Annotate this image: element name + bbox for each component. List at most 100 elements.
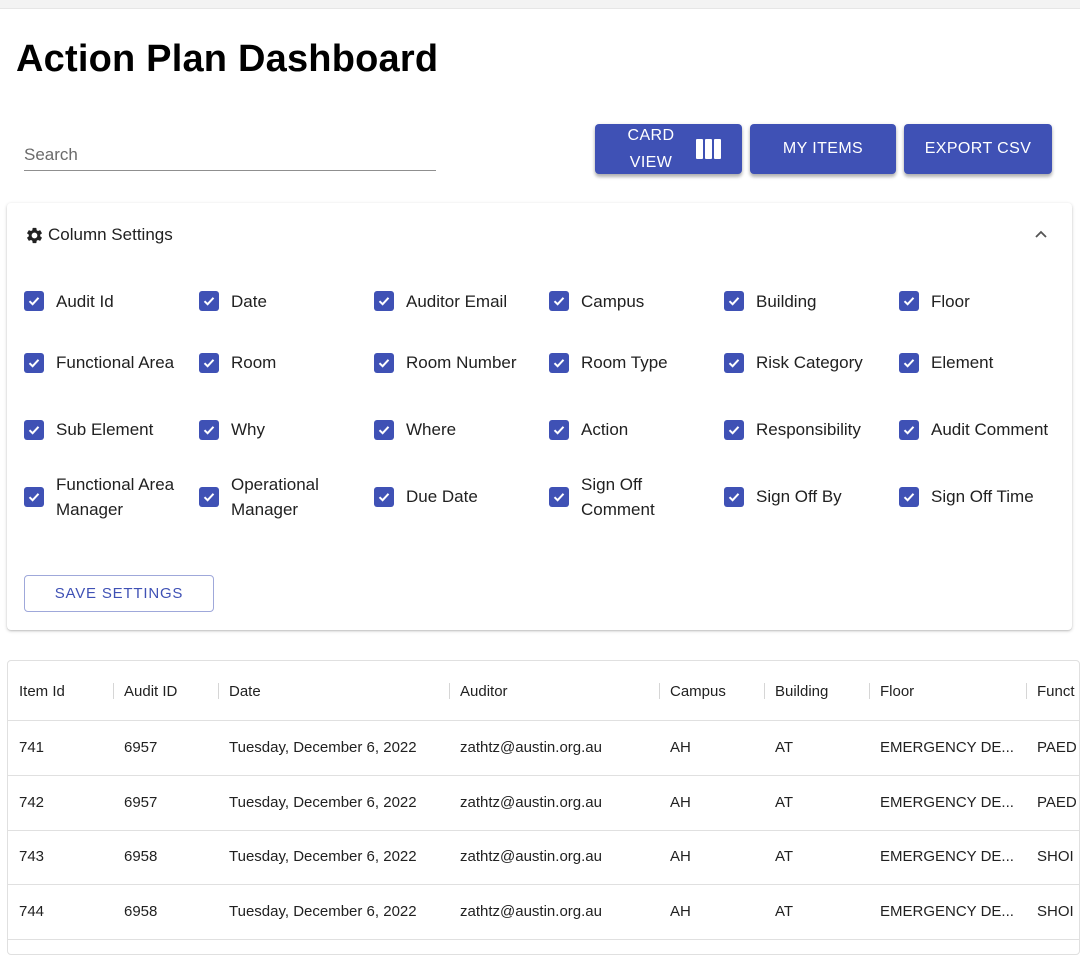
checkbox[interactable] (724, 291, 744, 311)
column-option-label: Due Date (406, 487, 478, 506)
column-option[interactable]: Audit Comment (899, 396, 1074, 463)
checkbox[interactable] (899, 352, 919, 373)
checkbox[interactable] (199, 486, 219, 507)
column-option[interactable]: Sub Element (24, 396, 199, 463)
my-items-button[interactable]: MY ITEMS (750, 124, 896, 174)
table-row[interactable]: 743 6958 Tuesday, December 6, 2022 zathtz@a… (8, 830, 1079, 885)
card-view-button[interactable]: CARD VIEW (595, 124, 742, 174)
column-resize-handle[interactable] (113, 683, 114, 699)
column-header[interactable]: Campus (670, 661, 765, 721)
column-option[interactable]: Date (199, 273, 374, 329)
column-option[interactable]: Functional Area Manager (24, 463, 199, 530)
checkbox[interactable] (374, 486, 394, 507)
column-option[interactable]: Element (899, 329, 1074, 396)
column-option[interactable]: Operational Manager (199, 463, 374, 530)
table-row[interactable]: 744 6958 Tuesday, December 6, 2022 zathtz@a… (8, 885, 1079, 940)
column-header[interactable]: Item Id (19, 661, 109, 721)
column-option[interactable]: Why (199, 396, 374, 463)
table-cell: AT (775, 902, 794, 920)
column-header[interactable]: Floor (880, 661, 1017, 721)
column-resize-handle[interactable] (218, 683, 219, 699)
column-option-label: Floor (931, 291, 970, 311)
checkbox[interactable] (374, 291, 394, 311)
checkbox[interactable] (724, 419, 744, 440)
column-option[interactable]: Room Type (549, 329, 724, 396)
table-cell: EMERGENCY DE... (880, 848, 1014, 865)
checkbox[interactable] (374, 419, 394, 440)
column-option[interactable]: Audit Id (24, 273, 199, 329)
search-field[interactable] (24, 140, 436, 171)
column-resize-handle[interactable] (449, 683, 450, 699)
column-option[interactable]: Building (724, 273, 899, 329)
column-option[interactable]: Sign Off Comment (549, 463, 724, 530)
checkbox[interactable] (24, 291, 44, 311)
column-option-label: Campus (581, 291, 645, 311)
column-option[interactable]: Campus (549, 273, 724, 329)
check-icon (28, 425, 40, 435)
column-header[interactable]: Audit ID (124, 661, 214, 721)
column-option[interactable]: Room Number (374, 329, 549, 396)
chevron-up-icon[interactable] (1034, 229, 1048, 239)
column-option[interactable]: Auditor Email (374, 273, 549, 329)
top-strip (0, 0, 1080, 9)
column-option[interactable]: Room (199, 329, 374, 396)
column-option[interactable]: Floor (899, 273, 1074, 329)
table-cell: 6958 (124, 902, 158, 920)
column-option[interactable]: Sign Off By (724, 463, 899, 530)
check-icon (203, 492, 215, 502)
check-icon (203, 297, 215, 306)
column-option-label: Audit Id (56, 291, 114, 311)
checkbox[interactable] (549, 419, 569, 440)
column-option[interactable]: Risk Category (724, 329, 899, 396)
column-option-label: Action (581, 420, 629, 439)
column-resize-handle[interactable] (764, 683, 765, 699)
table-cell: Tuesday, December 6, 2022 (229, 902, 417, 920)
column-option[interactable]: Action (549, 396, 724, 463)
table-cell: AH (670, 739, 691, 756)
checkbox[interactable] (199, 419, 219, 440)
checkbox[interactable] (24, 419, 44, 440)
checkbox[interactable] (899, 419, 919, 440)
table-cell: PAED (1037, 739, 1077, 756)
checkbox[interactable] (374, 352, 394, 373)
column-option[interactable]: Where (374, 396, 549, 463)
checkbox[interactable] (199, 352, 219, 373)
column-option[interactable]: Functional Area (24, 329, 199, 396)
checkbox[interactable] (549, 486, 569, 507)
table-cell: AH (670, 902, 691, 920)
table-cell: 741 (19, 739, 45, 756)
column-option-label: Risk Category (756, 353, 863, 372)
checkbox[interactable] (899, 291, 919, 311)
column-header[interactable]: Funct (1037, 661, 1079, 721)
checkbox[interactable] (724, 352, 744, 373)
column-option[interactable]: Responsibility (724, 396, 899, 463)
column-resize-handle[interactable] (869, 683, 870, 699)
checkbox[interactable] (549, 352, 569, 373)
checkbox[interactable] (24, 352, 44, 373)
checkbox[interactable] (24, 486, 44, 507)
checkbox[interactable] (549, 291, 569, 311)
save-settings-button[interactable]: SAVE SETTINGS (24, 575, 214, 612)
column-option-label: Sign Off Comment (581, 474, 655, 519)
column-header[interactable]: Auditor (460, 661, 660, 721)
checkbox[interactable] (724, 486, 744, 507)
table-row[interactable]: 742 6957 Tuesday, December 6, 2022 zathtz@a… (8, 776, 1079, 831)
checkbox[interactable] (199, 291, 219, 311)
column-header[interactable]: Building (775, 661, 870, 721)
search-input[interactable] (24, 140, 436, 170)
column-option[interactable]: Due Date (374, 463, 549, 530)
checkbox[interactable] (899, 486, 919, 507)
column-header[interactable]: Date (229, 661, 449, 721)
table-row[interactable]: 741 6957 Tuesday, December 6, 2022 zathtz@a… (8, 721, 1079, 776)
column-resize-handle[interactable] (1026, 683, 1027, 699)
column-option[interactable]: Sign Off Time (899, 463, 1074, 530)
table-cell: Tuesday, December 6, 2022 (229, 848, 417, 865)
column-settings-header[interactable]: Column Settings (25, 225, 173, 245)
check-icon (728, 492, 740, 502)
column-option-label: Functional Area Manager (56, 474, 175, 519)
column-resize-handle[interactable] (659, 683, 660, 699)
export-csv-button[interactable]: EXPORT CSV (904, 124, 1052, 174)
table-cell: AT (775, 739, 794, 756)
check-icon (203, 425, 215, 435)
check-icon (903, 297, 915, 306)
